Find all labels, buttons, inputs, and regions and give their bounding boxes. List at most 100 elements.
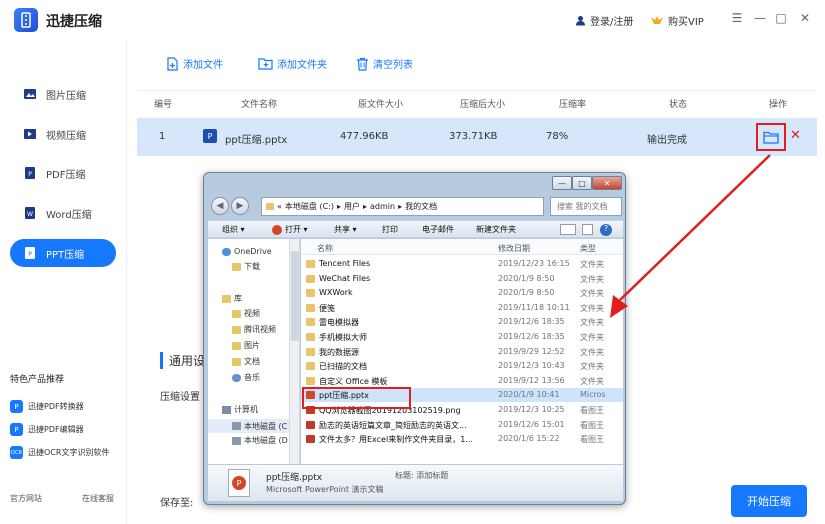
tree-item-tencent-video[interactable]: 腾讯视频 [232, 324, 276, 335]
file-row[interactable]: 励志的英语短篇文章_简短励志的英语文... 2019/12/6 15:01 看图王 [301, 418, 623, 432]
tree-item-pictures[interactable]: 图片 [232, 340, 260, 351]
clear-list-button[interactable]: 清空列表 [356, 56, 413, 71]
file-row[interactable]: 手机模拟大师 2019/12/6 18:35 文件夹 [301, 330, 623, 344]
address-bar[interactable]: « 本地磁盘 (C:) ▸ 用户 ▸ admin ▸ 我的文档 [261, 197, 544, 216]
search-placeholder: 搜索 我的文档 [557, 202, 608, 211]
row-orig-size: 477.96KB [340, 131, 389, 142]
video-compress-icon [22, 126, 38, 142]
folder-icon [763, 131, 779, 144]
folder-icon [306, 318, 315, 327]
online-support-link[interactable]: 在线客服 [82, 493, 114, 504]
product-pdf-editor[interactable]: P 迅捷PDF编辑器 [10, 423, 84, 436]
dialog-close-button[interactable]: ✕ [592, 176, 622, 190]
search-input[interactable]: 搜索 我的文档 [550, 197, 622, 216]
tree-item-drive-c[interactable]: 本地磁盘 (C [208, 419, 289, 433]
file-row[interactable]: WeChat Files 2020/1/9 8:50 文件夹 [301, 272, 623, 286]
tree-item-documents[interactable]: 文档 [232, 356, 260, 367]
open-menu[interactable]: 打开 ▾ [285, 224, 308, 235]
file-row[interactable]: 雷电模拟器 2019/12/6 18:35 文件夹 [301, 315, 623, 329]
tree-item-library[interactable]: 库 [222, 293, 242, 304]
file-name: WXWork [319, 288, 353, 298]
open-folder-button[interactable] [756, 123, 786, 151]
file-row[interactable]: 便笺 2019/11/18 10:11 文件夹 [301, 301, 623, 315]
back-button[interactable]: ◀ [211, 197, 229, 215]
music-icon [232, 373, 241, 382]
vip-crown-icon [651, 16, 663, 24]
file-row[interactable]: 已扫描的文档 2019/12/3 10:43 文件夹 [301, 359, 623, 373]
tree-item-videos[interactable]: 视频 [232, 308, 260, 319]
file-name: 手机模拟大师 [319, 333, 367, 342]
pdf-compress-icon: P [22, 165, 38, 181]
add-file-button[interactable]: 添加文件 [165, 56, 223, 71]
forward-button[interactable]: ▶ [231, 197, 249, 215]
file-row[interactable]: Tencent Files 2019/12/23 16:15 文件夹 [301, 257, 623, 271]
close-button[interactable]: ✕ [797, 11, 813, 25]
help-icon[interactable]: ? [600, 224, 612, 236]
maximize-button[interactable]: □ [773, 11, 789, 25]
sidebar-item-image[interactable]: 图片压缩 [10, 80, 116, 108]
scroll-thumb[interactable] [291, 251, 299, 341]
tree-item-downloads[interactable]: 下载 [232, 261, 260, 272]
dialog-maximize-button[interactable]: □ [572, 176, 592, 190]
organize-menu[interactable]: 组织 ▾ [222, 224, 245, 235]
ocr-icon: OCR [10, 446, 23, 459]
login-label: 登录/注册 [590, 17, 634, 28]
login-button[interactable]: 登录/注册 [575, 13, 633, 28]
preview-pane-icon[interactable] [582, 224, 593, 235]
folder-icon [306, 289, 315, 298]
tree-item-label: 文档 [244, 357, 260, 366]
minimize-button[interactable]: — [752, 11, 768, 25]
col-date[interactable]: 修改日期 [498, 243, 530, 254]
start-compress-button[interactable]: 开始压缩 [731, 485, 807, 517]
sidebar-item-video[interactable]: 视频压缩 [10, 120, 116, 148]
file-type: Micros [580, 390, 606, 400]
file-type: 看图王 [580, 420, 604, 430]
tree-item-computer[interactable]: 计算机 [222, 404, 258, 415]
file-name: 便笺 [319, 303, 335, 313]
file-name: 我的数据源 [319, 347, 359, 357]
official-site-link[interactable]: 官方网站 [10, 493, 42, 504]
add-file-icon [167, 56, 178, 71]
view-options-icon[interactable] [560, 224, 576, 235]
file-row[interactable]: 自定义 Office 模板 2019/9/12 13:56 文件夹 [301, 374, 623, 388]
share-menu[interactable]: 共享 ▾ [334, 224, 357, 235]
drive-icon [232, 422, 241, 430]
navigation-scrollbar[interactable] [290, 239, 300, 464]
sidebar-item-ppt[interactable]: P PPT压缩 [10, 239, 116, 267]
file-type: 文件夹 [580, 303, 604, 313]
tree-item-drive-d[interactable]: 本地磁盘 (D [232, 435, 288, 446]
file-date: 2020/1/6 15:22 [498, 434, 560, 444]
tree-item-onedrive[interactable]: OneDrive [222, 247, 272, 256]
path-segment[interactable]: 本地磁盘 (C:) [285, 201, 334, 212]
download-folder-icon [232, 262, 241, 271]
file-row[interactable]: 我的数据源 2019/9/29 12:52 文件夹 [301, 345, 623, 359]
product-pdf-converter[interactable]: P 迅捷PDF转换器 [10, 400, 84, 413]
sidebar-item-word[interactable]: W Word压缩 [10, 199, 116, 227]
col-name[interactable]: 名称 [317, 243, 333, 254]
file-name: 自定义 Office 模板 [319, 376, 388, 386]
path-separator-icon: ▸ [363, 202, 368, 211]
remove-row-icon[interactable]: ✕ [790, 128, 801, 143]
tree-item-music[interactable]: 音乐 [232, 372, 260, 383]
email-button[interactable]: 电子邮件 [422, 224, 454, 235]
tree-item-label: 视频 [244, 309, 260, 318]
product-ocr[interactable]: OCR 迅捷OCR文字识别软件 [10, 446, 109, 459]
col-type[interactable]: 类型 [580, 243, 596, 254]
menu-icon[interactable]: ☰ [729, 11, 745, 25]
buy-vip-button[interactable]: 购买VIP [650, 13, 704, 28]
path-separator-icon: ▸ [398, 202, 403, 211]
path-segment[interactable]: admin [370, 202, 395, 211]
new-folder-button[interactable]: 新建文件夹 [476, 224, 516, 235]
file-row[interactable]: 文件太多？用Excel来制作文件夹目录，1... 2020/1/6 15:22 看图… [301, 432, 623, 446]
path-segment[interactable]: 我的文档 [405, 201, 437, 212]
table-row[interactable]: 1 P ppt压缩.pptx 477.96KB 373.71KB 78% 输出完… [137, 118, 817, 156]
file-row[interactable]: WXWork 2020/1/9 8:50 文件夹 [301, 286, 623, 300]
add-folder-button[interactable]: 添加文件夹 [258, 56, 327, 71]
col-action: 操作 [769, 100, 788, 110]
dialog-minimize-button[interactable]: — [552, 176, 572, 190]
tree-item-label: 下载 [244, 262, 260, 271]
path-overflow[interactable]: « [277, 202, 282, 211]
print-button[interactable]: 打印 [382, 224, 398, 235]
path-segment[interactable]: 用户 [344, 201, 360, 212]
sidebar-item-pdf[interactable]: P PDF压缩 [10, 159, 116, 187]
